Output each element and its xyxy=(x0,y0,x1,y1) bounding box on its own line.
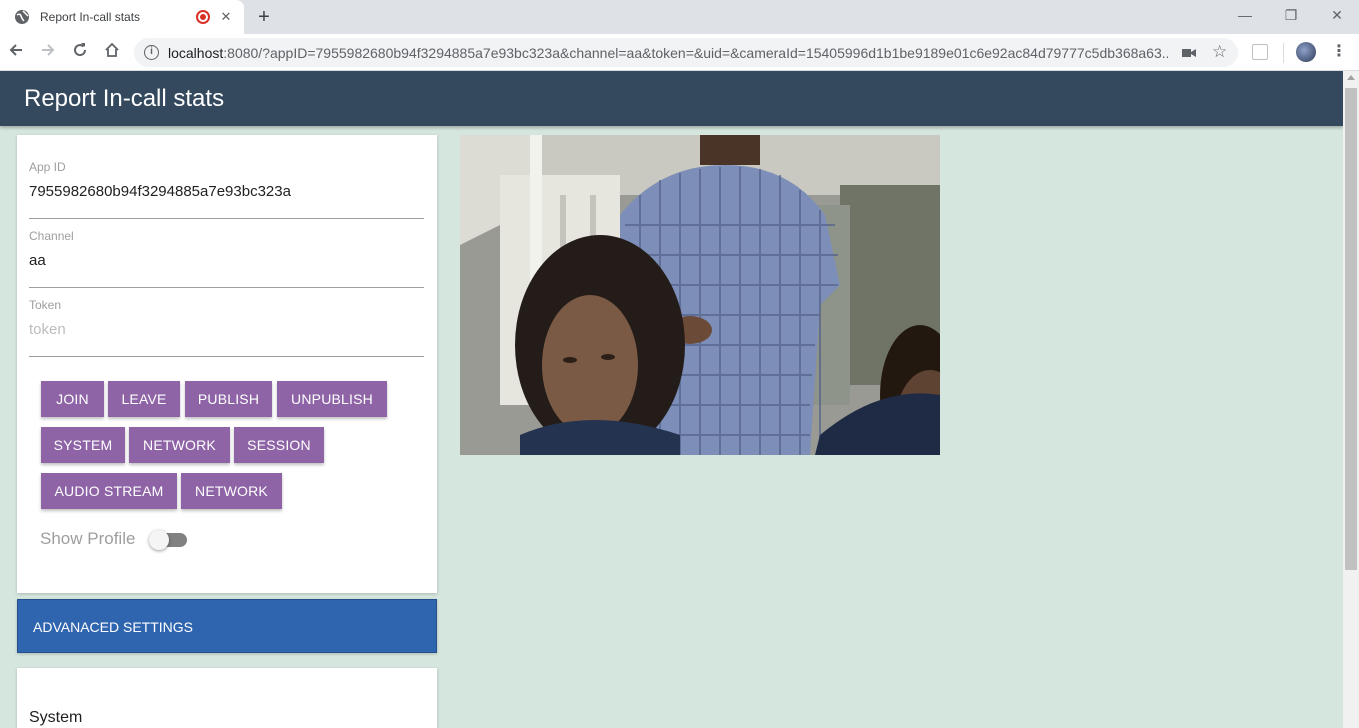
system-stats-button[interactable]: SYSTEM xyxy=(41,427,125,463)
url-text[interactable]: localhost:8080/?appID=7955982680b94f3294… xyxy=(168,45,1168,61)
arrow-left-icon[interactable] xyxy=(6,42,26,62)
join-button[interactable]: JOIN xyxy=(41,381,104,417)
token-placeholder[interactable]: token xyxy=(29,321,66,338)
app-id-value[interactable]: 7955982680b94f3294885a7e93bc323a xyxy=(29,183,291,200)
local-video-stream xyxy=(460,135,940,455)
more-vert-icon[interactable]: ⋮ xyxy=(1331,42,1347,62)
browser-toolbar: i localhost:8080/?appID=7955982680b94f32… xyxy=(0,34,1359,71)
arrow-right-icon[interactable] xyxy=(38,42,58,62)
browser-tab-strip: Report In-call stats ✕ + — ❐ ✕ xyxy=(0,0,1359,34)
token-field[interactable]: Token token xyxy=(29,288,424,357)
address-bar[interactable]: i localhost:8080/?appID=7955982680b94f32… xyxy=(134,38,1238,67)
restore-button[interactable]: ❐ xyxy=(1280,4,1302,26)
system-section-title: System xyxy=(29,709,83,726)
scrollbar-thumb[interactable] xyxy=(1345,88,1357,570)
show-profile-toggle[interactable] xyxy=(149,530,187,550)
page-title: Report In-call stats xyxy=(24,85,225,112)
toggle-knob xyxy=(149,530,169,550)
tab-title: Report In-call stats xyxy=(40,10,141,24)
star-icon[interactable]: ☆ xyxy=(1212,42,1227,62)
advanced-settings-label: ADVANACED SETTINGS xyxy=(33,619,193,635)
reload-icon[interactable] xyxy=(70,42,90,62)
extension-icon[interactable] xyxy=(1252,44,1268,60)
audio-stream-button[interactable]: AUDIO STREAM xyxy=(41,473,177,509)
network-stats-button[interactable]: NETWORK xyxy=(129,427,230,463)
tab-close-icon[interactable]: ✕ xyxy=(218,9,234,25)
system-card: System xyxy=(17,668,437,728)
browser-tab-active[interactable]: Report In-call stats ✕ xyxy=(0,0,244,34)
window-close-button[interactable]: ✕ xyxy=(1326,4,1348,26)
app-id-field[interactable]: App ID 7955982680b94f3294885a7e93bc323a xyxy=(29,150,424,219)
channel-value[interactable]: aa xyxy=(29,252,46,269)
token-label: Token xyxy=(29,298,62,312)
channel-label: Channel xyxy=(29,229,74,243)
show-profile-label: Show Profile xyxy=(40,529,136,548)
camera-icon[interactable] xyxy=(1182,46,1196,58)
app-id-label: App ID xyxy=(29,160,66,174)
recording-dot-icon xyxy=(196,10,210,24)
unpublish-button[interactable]: UNPUBLISH xyxy=(277,381,387,417)
globe-icon xyxy=(14,9,30,25)
network-button[interactable]: NETWORK xyxy=(181,473,282,509)
info-icon[interactable]: i xyxy=(144,45,159,60)
session-stats-button[interactable]: SESSION xyxy=(234,427,324,463)
new-tab-button[interactable]: + xyxy=(254,7,274,27)
minimize-button[interactable]: — xyxy=(1234,4,1256,26)
scroll-up-icon[interactable] xyxy=(1347,75,1355,80)
page-scrollbar[interactable] xyxy=(1343,71,1359,728)
settings-card: App ID 7955982680b94f3294885a7e93bc323a … xyxy=(17,135,437,593)
publish-button[interactable]: PUBLISH xyxy=(185,381,272,417)
advanced-settings-header[interactable]: ADVANACED SETTINGS xyxy=(17,599,437,653)
home-icon[interactable] xyxy=(102,42,122,62)
leave-button[interactable]: LEAVE xyxy=(108,381,180,417)
channel-field[interactable]: Channel aa xyxy=(29,219,424,288)
toolbar-divider xyxy=(1283,43,1284,63)
app-header: Report In-call stats xyxy=(0,71,1343,126)
avatar[interactable] xyxy=(1296,42,1316,62)
page-viewport: Report In-call stats App ID 7955982680b9… xyxy=(0,71,1343,728)
